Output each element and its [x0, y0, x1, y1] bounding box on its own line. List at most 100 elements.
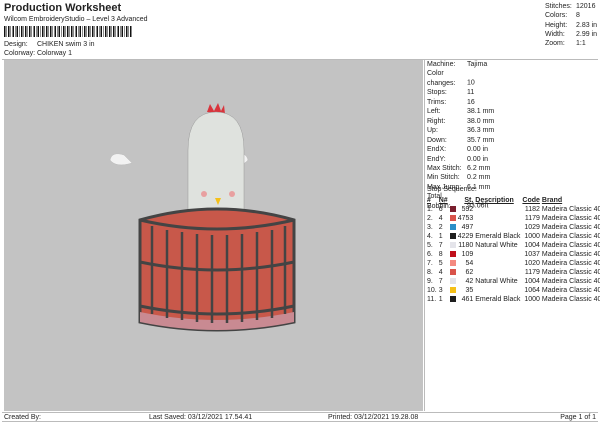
info-row-value: Tajima — [467, 61, 488, 68]
col-header: # — [427, 197, 431, 204]
embroidery-design — [109, 103, 296, 332]
brand: Madeira Classic 40 — [541, 251, 600, 258]
stitch-count: 4753 — [457, 215, 474, 222]
stat: Zoom: 1:1 — [545, 39, 597, 48]
description: Emerald Black — [475, 233, 521, 240]
brand: Madeira Classic 40 — [541, 215, 600, 222]
stat: Width: 2.99 in — [545, 30, 597, 39]
info-row-label: Up: — [427, 127, 438, 135]
info-row: Machine: Tajima — [427, 60, 494, 69]
description — [474, 214, 521, 223]
info-row-value: 38.0 mm — [467, 117, 495, 125]
color-swatch — [449, 287, 456, 294]
stitch-count: 497 — [461, 224, 474, 231]
barcode — [4, 26, 132, 37]
needle: 6 — [438, 206, 443, 213]
needle: 7 — [438, 278, 443, 285]
info-row-label: Down: — [427, 136, 447, 144]
info-row: Stops: 11 — [427, 88, 494, 97]
description: Natural White — [475, 278, 518, 285]
info-row-value: 36.3 mm — [467, 127, 495, 135]
col-header: Description — [475, 197, 514, 204]
code: 1000 — [524, 233, 540, 240]
created-by: Created By: — [4, 414, 41, 421]
info-row-label: Right: — [427, 117, 446, 125]
code: 1029 — [524, 224, 540, 231]
stop-number: 7. — [427, 260, 433, 267]
brand: Madeira Classic 40 — [541, 269, 600, 276]
stat-label: Height: — [545, 21, 568, 29]
design-label: Design: — [4, 41, 28, 48]
color-swatch — [449, 278, 456, 285]
stat-value: 2.99 in — [576, 30, 598, 38]
info-row-label: Trims: — [427, 98, 447, 106]
table-row: 10. 3 35 1064 Madeira Classic 40 — [426, 286, 600, 295]
needle: 1 — [438, 233, 443, 240]
stop-number: 6. — [427, 251, 433, 258]
stop-number: 11. — [427, 296, 437, 303]
info-row-label: Color changes: — [427, 70, 456, 87]
info-row-value: 11 — [467, 89, 475, 97]
info-row-value: 0.00 in — [467, 146, 489, 154]
needle: 4 — [438, 215, 443, 222]
info-row-value: 10 — [467, 79, 475, 87]
info-row-label: Machine: — [427, 61, 456, 68]
code: 1000 — [524, 296, 540, 303]
info-row: Left: 38.1 mm — [427, 107, 494, 116]
info-row: Down: 35.7 mm — [427, 136, 494, 145]
col-header: St. — [464, 197, 474, 204]
info-row-value: 16 — [467, 98, 475, 106]
code: 1020 — [524, 260, 540, 267]
needle: 2 — [438, 224, 443, 231]
info-row: Min Stitch: 0.2 mm — [427, 173, 494, 182]
code: 1004 — [524, 278, 540, 285]
color-swatch — [449, 296, 456, 303]
description — [474, 250, 521, 259]
info-row-label: Left: — [427, 108, 441, 116]
description: Emerald Black — [475, 296, 521, 303]
stitch-count: 4229 — [457, 233, 474, 240]
color-swatch — [449, 269, 456, 276]
stop-number: 4. — [427, 233, 433, 240]
colorway-label: Colorway: — [4, 50, 36, 57]
stat-value: 8 — [576, 12, 580, 20]
stitch-count: 62 — [465, 269, 474, 276]
info-row-value: 6.2 mm — [467, 164, 491, 172]
needle: 1 — [438, 296, 443, 303]
brand: Madeira Classic 40 — [541, 296, 600, 303]
footer: Created By: Last Saved: 03/12/2021 17.54… — [2, 412, 598, 422]
stop-number: 9. — [427, 278, 433, 285]
info-row: EndX: 0.00 in — [427, 145, 494, 154]
description — [474, 268, 521, 277]
stitch-count: 42 — [465, 278, 474, 285]
brand: Madeira Classic 40 — [541, 206, 600, 213]
page-title: Production Worksheet — [4, 2, 122, 14]
needle: 3 — [438, 287, 443, 294]
brand: Madeira Classic 40 — [541, 287, 600, 294]
colorway-name: Colorway 1 — [37, 50, 73, 57]
design-row: Design: CHIKEN swim 3 in — [4, 40, 95, 49]
stitch-count: 461 — [461, 296, 474, 303]
color-swatch — [449, 215, 456, 222]
description — [474, 205, 521, 214]
info-row: Trims: 16 — [427, 98, 494, 107]
needle: 4 — [438, 269, 443, 276]
info-panel: Machine: Tajima Color changes: 10 Stops: 11 Tr… — [424, 60, 600, 411]
stat: Height: 2.83 in — [545, 21, 597, 30]
info-row-value: 0.00 in — [467, 155, 489, 163]
table-row: 9. 7 42 Natural White 1004 Madeira Class… — [426, 277, 600, 286]
color-swatch — [449, 251, 456, 258]
printed-date: Printed: 03/12/2021 19.28.08 — [328, 414, 419, 421]
stat-label: Stitches: — [545, 3, 572, 10]
stop-number: 8. — [427, 269, 433, 276]
stop-number: 1. — [427, 206, 433, 213]
last-saved: Last Saved: 03/12/2021 17.54.41 — [149, 414, 253, 421]
color-swatch — [449, 242, 456, 249]
info-row-value: 0.2 mm — [467, 174, 491, 182]
info-row: Max Stitch: 6.2 mm — [427, 164, 494, 173]
info-row: Color changes: 10 — [427, 69, 494, 88]
description — [474, 286, 521, 295]
info-row: EndY: 0.00 in — [427, 155, 494, 164]
description — [474, 259, 521, 268]
code: 1037 — [524, 251, 540, 258]
